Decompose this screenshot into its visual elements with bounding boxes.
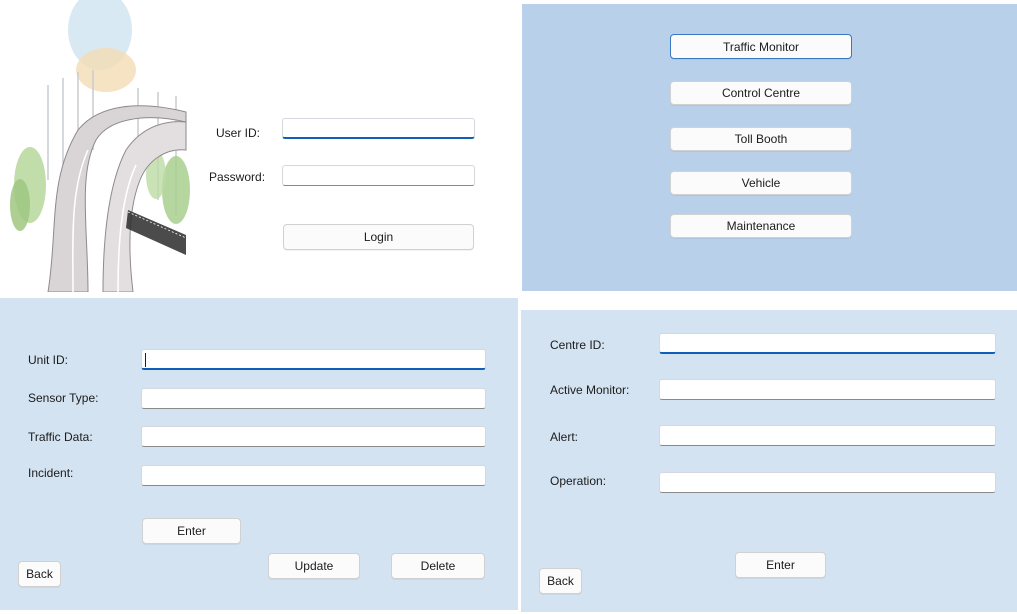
maintenance-button[interactable]: Maintenance xyxy=(670,214,852,238)
traffic-monitor-button[interactable]: Traffic Monitor xyxy=(670,34,852,59)
traffic-data-label: Traffic Data: xyxy=(28,430,93,444)
login-button[interactable]: Login xyxy=(283,224,474,250)
alert-label: Alert: xyxy=(550,430,579,444)
centre-id-label: Centre ID: xyxy=(550,338,605,352)
traffic-data-input[interactable] xyxy=(141,426,486,447)
alert-input[interactable] xyxy=(659,425,996,446)
user-id-input[interactable] xyxy=(282,118,475,139)
active-monitor-input[interactable] xyxy=(659,379,996,400)
traffic-monitor-form-panel: Unit ID: Sensor Type: Traffic Data: Inci… xyxy=(0,298,518,610)
sensor-type-input[interactable] xyxy=(141,388,486,409)
operation-label: Operation: xyxy=(550,474,607,488)
enter-button[interactable]: Enter xyxy=(735,552,826,578)
main-menu-panel: Traffic Monitor Control Centre Toll Boot… xyxy=(522,4,1017,291)
sensor-type-label: Sensor Type: xyxy=(28,391,99,405)
back-button[interactable]: Back xyxy=(539,568,582,594)
delete-button[interactable]: Delete xyxy=(391,553,485,579)
operation-input[interactable] xyxy=(659,472,996,493)
incident-label: Incident: xyxy=(28,466,74,480)
unit-id-input[interactable] xyxy=(141,349,486,370)
text-caret xyxy=(145,353,146,367)
incident-input[interactable] xyxy=(141,465,486,486)
control-centre-form-panel: Centre ID: Active Monitor: Alert: Operat… xyxy=(521,310,1017,612)
enter-button[interactable]: Enter xyxy=(142,518,241,544)
centre-id-input[interactable] xyxy=(659,333,996,354)
vehicle-button[interactable]: Vehicle xyxy=(670,171,852,195)
control-centre-button[interactable]: Control Centre xyxy=(670,81,852,105)
password-label: Password: xyxy=(209,170,266,184)
active-monitor-label: Active Monitor: xyxy=(550,383,630,397)
unit-id-label: Unit ID: xyxy=(28,353,69,367)
login-panel: User ID: Password: Login xyxy=(0,0,521,296)
back-button[interactable]: Back xyxy=(18,561,61,587)
update-button[interactable]: Update xyxy=(268,553,360,579)
highway-road-illustration xyxy=(10,0,190,292)
password-input[interactable] xyxy=(282,165,475,186)
user-id-label: User ID: xyxy=(216,126,261,140)
toll-booth-button[interactable]: Toll Booth xyxy=(670,127,852,151)
